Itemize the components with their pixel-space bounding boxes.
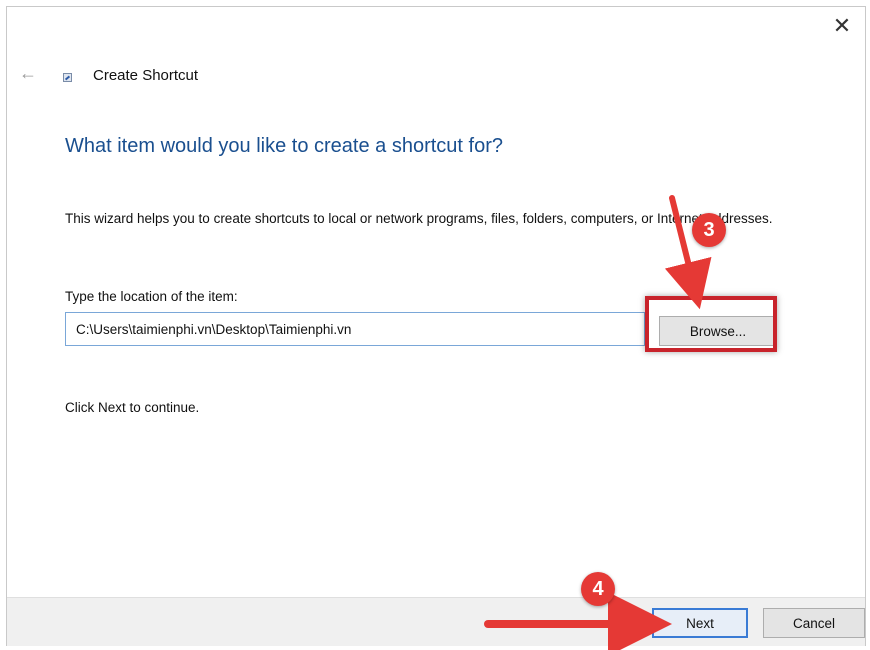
step-3-badge: 3 [692, 213, 726, 247]
wizard-heading: What item would you like to create a sho… [65, 135, 503, 157]
browse-button[interactable]: Browse... [659, 316, 777, 346]
window-title: Create Shortcut [93, 67, 199, 84]
location-label: Type the location of the item: [65, 289, 238, 304]
create-shortcut-window: ✕ ← Create Shortcut What item would you … [6, 6, 866, 646]
close-button[interactable]: ✕ [827, 13, 857, 39]
step-4-badge: 4 [581, 572, 615, 606]
continue-hint: Click Next to continue. [65, 400, 200, 415]
next-button[interactable]: Next [652, 608, 748, 638]
cancel-button[interactable]: Cancel [763, 608, 865, 638]
location-input[interactable]: C:\Users\taimienphi.vn\Desktop\Taimienph… [65, 312, 645, 346]
back-arrow-icon[interactable]: ← [19, 63, 37, 84]
shortcut-icon [63, 73, 72, 82]
